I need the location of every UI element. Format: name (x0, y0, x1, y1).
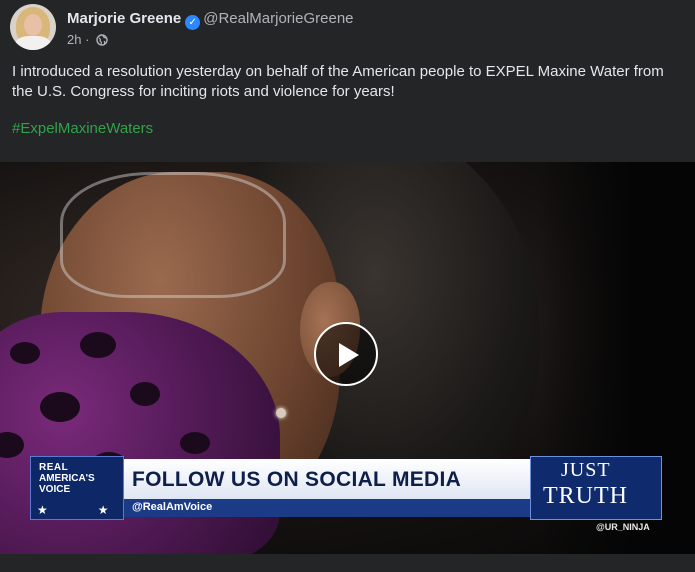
post-meta: 2h · (67, 32, 108, 47)
news-lower-third: REAL AMERICA'S VOICE ★★ FOLLOW US ON SOC… (30, 456, 662, 520)
show-logo: JUST TRUTH (530, 456, 662, 520)
globe-icon (96, 34, 108, 46)
post-text: I introduced a resolution yesterday on b… (12, 63, 664, 100)
hashtag-link[interactable]: #ExpelMaxineWaters (12, 120, 153, 137)
verified-badge-icon: ✓ (185, 15, 201, 30)
banner-title-bar: FOLLOW US ON SOCIAL MEDIA (124, 459, 530, 499)
video-watermark: @UR_NINJA (596, 522, 650, 532)
post-footer (0, 554, 695, 572)
post-card: Marjorie Greene ✓ @RealMarjorieGreene 2h ·… (0, 0, 695, 572)
banner-handle-bar: @RealAmVoice (124, 499, 530, 517)
video-player[interactable]: REAL AMERICA'S VOICE ★★ FOLLOW US ON SOC… (0, 162, 695, 554)
author-avatar[interactable] (10, 4, 56, 50)
play-button[interactable] (314, 322, 378, 386)
banner-handle: @RealAmVoice (132, 501, 213, 513)
post-time[interactable]: 2h (67, 32, 81, 47)
meta-separator: · (85, 32, 90, 47)
play-icon (339, 343, 359, 367)
banner-title: FOLLOW US ON SOCIAL MEDIA (132, 468, 462, 491)
author-handle[interactable]: @RealMarjorieGreene (203, 10, 353, 27)
network-logo: REAL AMERICA'S VOICE ★★ (30, 456, 124, 520)
author-name[interactable]: Marjorie Greene (67, 10, 181, 27)
author-row: Marjorie Greene ✓ @RealMarjorieGreene (67, 10, 354, 30)
